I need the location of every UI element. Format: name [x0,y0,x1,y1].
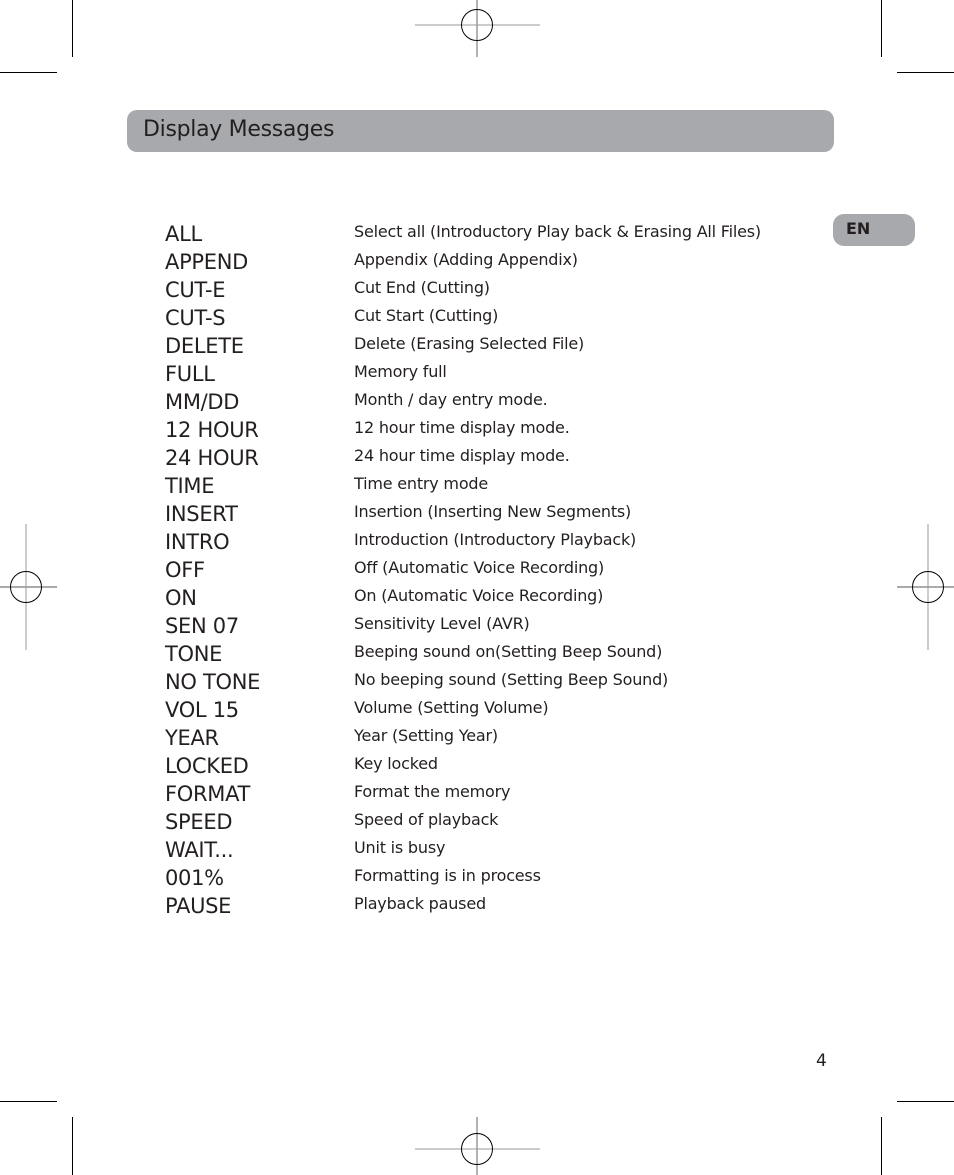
message-row: OFF Off (Automatic Voice Recording) [165,556,805,584]
message-row: NO TONE No beeping sound (Setting Beep So… [165,668,805,696]
message-description: Unit is busy [354,838,446,857]
message-code: 12 HOUR [165,418,259,442]
message-code: CUT-S [165,306,226,330]
language-label: EN [846,219,871,238]
message-description: Year (Setting Year) [354,726,498,745]
language-tab: EN [833,214,915,246]
message-description: Cut End (Cutting) [354,278,490,297]
message-description: Appendix (Adding Appendix) [354,250,578,269]
message-row: SEN 07 Sensitivity Level (AVR) [165,612,805,640]
message-row: FULL Memory full [165,360,805,388]
crop-mark [0,72,57,73]
message-description: Memory full [354,362,447,381]
message-description: 24 hour time display mode. [354,446,570,465]
registration-mark-bottom [415,1117,540,1175]
message-code: TONE [165,642,223,666]
message-row: SPEED Speed of playback [165,808,805,836]
section-header: Display Messages [127,110,834,152]
crop-mark [897,1101,954,1102]
message-description: Speed of playback [354,810,499,829]
message-description: On (Automatic Voice Recording) [354,586,604,605]
message-code: DELETE [165,334,244,358]
message-row: ALL Select all (Introductory Play back & … [165,220,805,248]
message-code: MM/DD [165,390,240,414]
message-code: VOL 15 [165,698,239,722]
crop-mark [0,1101,57,1102]
message-code: INSERT [165,502,238,526]
section-title: Display Messages [143,117,335,142]
crop-mark [881,1117,882,1175]
message-code: NO TONE [165,670,261,694]
crop-mark [897,72,954,73]
message-row: MM/DD Month / day entry mode. [165,388,805,416]
message-description: Insertion (Inserting New Segments) [354,502,632,521]
message-code: 24 HOUR [165,446,259,470]
message-description: Month / day entry mode. [354,390,548,409]
message-description: Volume (Setting Volume) [354,698,549,717]
message-row: PAUSE Playback paused [165,892,805,920]
message-row: INSERT Insertion (Inserting New Segments) [165,500,805,528]
message-description: 12 hour time display mode. [354,418,570,437]
message-description: Key locked [354,754,438,773]
message-row: 001% Formatting is in process [165,864,805,892]
message-code: APPEND [165,250,249,274]
message-description: Time entry mode [354,474,489,493]
message-code: ON [165,586,197,610]
message-description: Formatting is in process [354,866,541,885]
registration-mark-right [897,524,954,650]
message-row: ON On (Automatic Voice Recording) [165,584,805,612]
message-row: YEAR Year (Setting Year) [165,724,805,752]
message-row: 24 HOUR 24 hour time display mode. [165,444,805,472]
message-code: YEAR [165,726,219,750]
message-row: DELETE Delete (Erasing Selected File) [165,332,805,360]
message-description: No beeping sound (Setting Beep Sound) [354,670,669,689]
display-messages-list: ALL Select all (Introductory Play back & … [165,220,805,920]
message-code: SEN 07 [165,614,239,638]
message-row: LOCKED Key locked [165,752,805,780]
message-description: Off (Automatic Voice Recording) [354,558,605,577]
message-code: LOCKED [165,754,249,778]
message-code: FULL [165,362,215,386]
message-description: Delete (Erasing Selected File) [354,334,585,353]
message-description: Sensitivity Level (AVR) [354,614,530,633]
message-row: TONE Beeping sound on(Setting Beep Sound) [165,640,805,668]
message-row: APPEND Appendix (Adding Appendix) [165,248,805,276]
message-code: INTRO [165,530,230,554]
message-row: CUT-S Cut Start (Cutting) [165,304,805,332]
message-row: WAIT... Unit is busy [165,836,805,864]
message-description: Cut Start (Cutting) [354,306,499,325]
message-description: Format the memory [354,782,511,801]
message-row: CUT-E Cut End (Cutting) [165,276,805,304]
message-row: INTRO Introduction (Introductory Playback… [165,528,805,556]
message-row: 12 HOUR 12 hour time display mode. [165,416,805,444]
message-code: ALL [165,222,202,246]
registration-mark-top [415,0,540,57]
message-description: Introduction (Introductory Playback) [354,530,637,549]
message-code: OFF [165,558,205,582]
message-description: Beeping sound on(Setting Beep Sound) [354,642,663,661]
message-code: 001% [165,866,224,890]
page-number: 4 [816,1051,827,1071]
message-row: VOL 15 Volume (Setting Volume) [165,696,805,724]
message-description: Playback paused [354,894,486,913]
crop-mark [72,1117,73,1175]
message-row: FORMAT Format the memory [165,780,805,808]
crop-mark [72,0,73,57]
message-code: CUT-E [165,278,226,302]
message-description: Select all (Introductory Play back & Era… [354,222,761,241]
message-code: TIME [165,474,215,498]
message-code: FORMAT [165,782,251,806]
message-code: WAIT... [165,838,234,862]
message-code: SPEED [165,810,233,834]
message-code: PAUSE [165,894,232,918]
message-row: TIME Time entry mode [165,472,805,500]
registration-mark-left [0,524,57,650]
crop-mark [881,0,882,57]
